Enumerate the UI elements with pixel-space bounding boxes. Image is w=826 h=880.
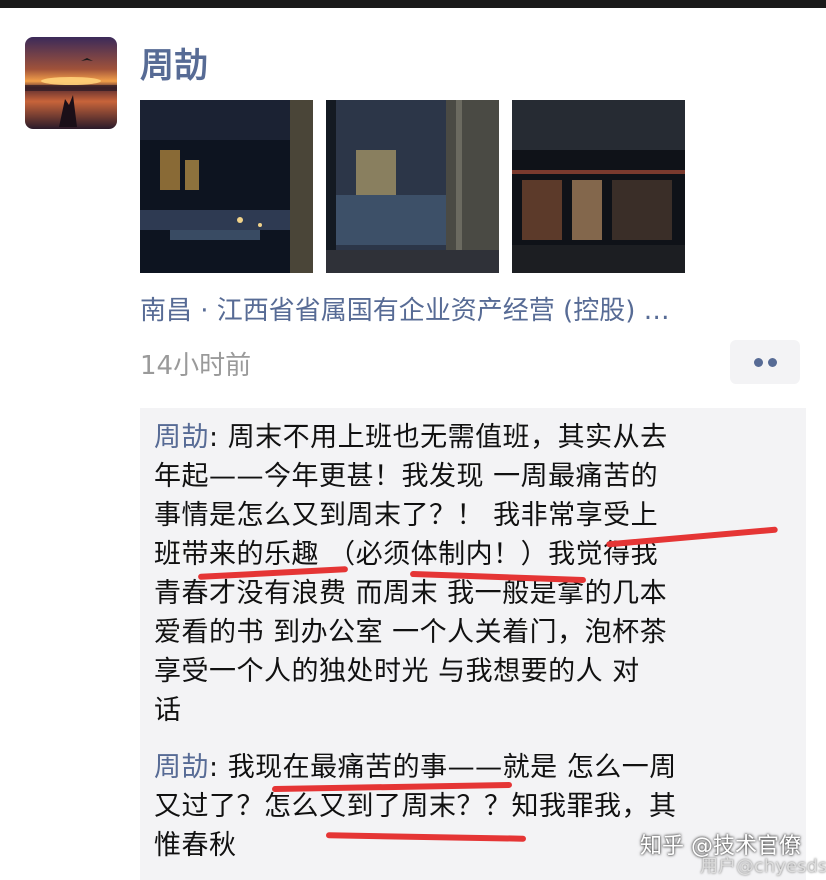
comment-author[interactable]: 周劼: [154, 422, 209, 453]
comment-line: 青春才没有浪费 而周末 我一般是拿的几本: [154, 578, 668, 609]
comment-author[interactable]: 周劼: [154, 752, 209, 783]
avatar[interactable]: [25, 37, 117, 129]
comment-separator: :: [209, 752, 228, 783]
comments-section: 周劼: 周末不用上班也无需值班，其实从去 年起——今年更甚！我发现 一周最痛苦的…: [140, 408, 806, 880]
comment-line: 周劼: 我现在最痛苦的事——就是 怎么一周: [154, 748, 794, 787]
comment-line: 事情是怎么又到周末了？！ 我非常享受上: [154, 500, 659, 531]
post-author-name[interactable]: 周劼: [140, 38, 208, 87]
top-bar: [0, 0, 826, 8]
more-dot-icon: [754, 358, 763, 367]
sunset-avatar-image: [25, 58, 117, 127]
post-photo-1[interactable]: [140, 100, 313, 273]
comment-line: 年起——今年更甚！我发现 一周最痛苦的: [154, 461, 659, 492]
comment-text: 周末不用上班也无需值班，其实从去: [227, 422, 668, 453]
comment-line: 爱看的书 到办公室 一个人关着门，泡杯茶: [154, 617, 668, 648]
post-photo-2[interactable]: [326, 100, 499, 273]
post-photo-3[interactable]: [512, 100, 685, 273]
comment-text: 我现在最痛苦的事——就是 怎么一周: [227, 752, 677, 783]
comment-line: 班带来的乐趣 （必须体制内！）我觉得我: [154, 539, 659, 570]
post-more-button[interactable]: [730, 340, 800, 384]
more-dot-icon: [768, 358, 777, 367]
comment-line: 话: [154, 695, 182, 726]
comment-line: 又过了？怎么又到了周末？？知我罪我，其: [154, 791, 677, 822]
comment-line: 周劼: 周末不用上班也无需值班，其实从去: [154, 418, 794, 457]
post-time: 14小时前: [140, 351, 252, 381]
comment-line: 享受一个人的独处时光 与我想要的人 对: [154, 656, 640, 687]
watermark-sub: 用户@chyesds2: [700, 856, 826, 877]
comment-separator: :: [209, 422, 228, 453]
post-location-link[interactable]: 南昌 · 江西省省属国有企业资产经营 (控股) …: [140, 290, 670, 327]
